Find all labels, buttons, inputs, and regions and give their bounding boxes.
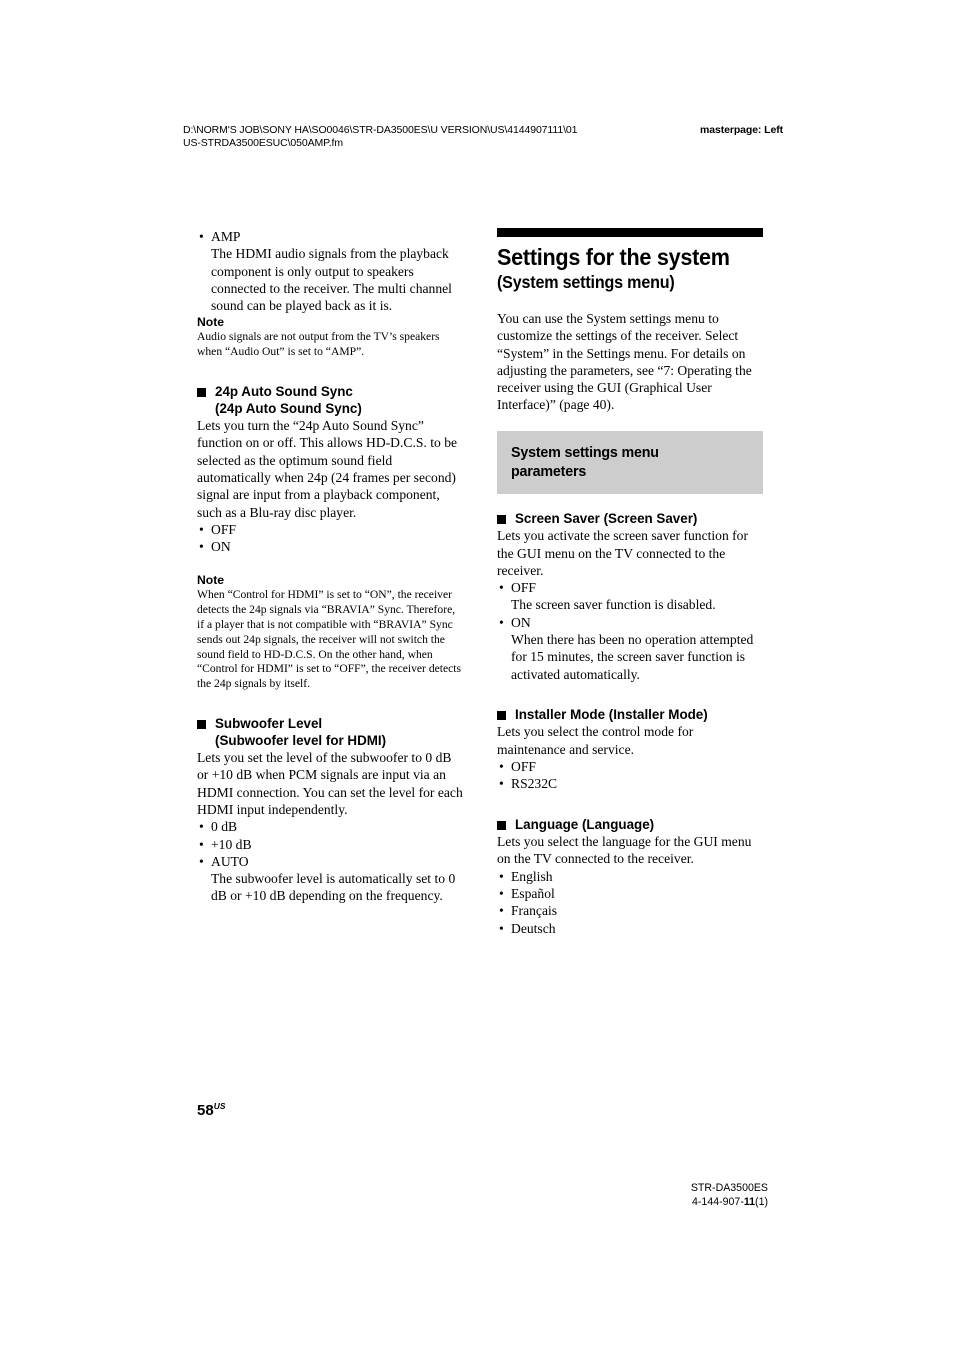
section-heading-line1: 24p Auto Sound Sync [215,384,353,400]
manual-page: D:\NORM'S JOB\SONY HA\SO0046\STR-DA3500E… [0,0,954,1350]
list-item: AUTO The subwoofer level is automaticall… [197,853,465,905]
model-name: STR-DA3500ES [690,1182,768,1194]
amp-option-description: The HDMI audio signals from the playback… [211,246,452,314]
section-banner-system-settings-parameters: System settings menu parameters [497,430,763,494]
section-body-24p: Lets you turn the “24p Auto Sound Sync” … [197,418,458,520]
option-list-language: English Español Français Deutsch [497,868,765,937]
section-heading-screen-saver: Screen Saver (Screen Saver) [497,511,765,528]
list-item: 0 dB [197,818,465,836]
note-heading: Note [197,573,225,588]
section-body-installer-mode: Lets you select the control mode for mai… [497,724,694,757]
section-heading-24p-auto-sound-sync: 24p Auto Sound Sync (24p Auto Sound Sync… [197,384,465,417]
list-item: OFF [497,758,765,776]
section-heading-line2: (24p Auto Sound Sync) [215,400,362,416]
left-column: AMP The HDMI audio signals from the play… [197,228,465,905]
part-number-prefix: 4-144-907- [692,1195,744,1208]
source-file-path: D:\NORM'S JOB\SONY HA\SO0046\STR-DA3500E… [183,124,578,149]
option-label: AUTO [211,853,249,869]
page-title: Settings for the system [497,244,730,270]
list-item: English [497,868,765,886]
option-list-screen-saver: OFF The screen saver function is disable… [497,579,765,683]
page-number-value: 58 [197,1102,214,1119]
chapter-rule [497,228,763,237]
option-list-24p: OFF ON [197,521,465,556]
note-text: When “Control for HDMI” is set to “ON”, … [197,588,462,691]
list-item: AMP The HDMI audio signals from the play… [197,228,465,314]
section-banner-line2: parameters [511,462,587,480]
section-body-screen-saver: Lets you activate the screen saver funct… [497,528,748,578]
amp-option-label: AMP [211,229,241,244]
list-item: +10 dB [197,836,465,854]
page-number: 58US [197,1098,226,1119]
list-item: ON [197,538,465,556]
list-item: RS232C [497,775,765,793]
amp-option-list: AMP The HDMI audio signals from the play… [197,228,465,314]
section-body-language: Lets you select the language for the GUI… [497,834,752,867]
page-subtitle: (System settings menu) [497,272,675,292]
right-column: Settings for the system (System settings… [497,228,765,937]
option-list-subwoofer: 0 dB +10 dB AUTO The subwoofer level is … [197,818,465,904]
intro-paragraph: You can use the System settings menu to … [497,311,752,413]
list-item: Español [497,885,765,903]
section-heading-installer-mode: Installer Mode (Installer Mode) [497,707,765,724]
masterpage-label: masterpage: Left [699,124,783,136]
running-header: D:\NORM'S JOB\SONY HA\SO0046\STR-DA3500E… [183,124,783,150]
list-item: OFF The screen saver function is disable… [497,579,765,614]
page-number-suffix: US [213,1101,226,1111]
option-label: ON [511,614,531,630]
option-list-installer-mode: OFF RS232C [497,758,765,793]
part-number-suffix: (1) [755,1195,768,1208]
section-heading-language: Language (Language) [497,817,765,834]
list-item: ON When there has been no operation atte… [497,614,765,683]
section-banner-line1: System settings menu [511,443,659,461]
section-body-subwoofer: Lets you set the level of the subwoofer … [197,750,463,817]
section-heading-subwoofer-level: Subwoofer Level (Subwoofer level for HDM… [197,716,465,749]
section-heading-line1: Screen Saver (Screen Saver) [515,510,698,526]
model-footer: STR-DA3500ES 4-144-907-11(1) [691,1182,768,1209]
part-number: 4-144-907-11(1) [691,1196,768,1210]
section-heading-line1: Subwoofer Level [215,716,323,732]
option-description: When there has been no operation attempt… [511,632,754,682]
note-heading: Note [197,315,225,330]
section-heading-line2: (Subwoofer level for HDMI) [215,732,387,748]
note-text: Audio signals are not output from the TV… [197,330,440,359]
list-item: Deutsch [497,920,765,938]
option-label: OFF [511,580,536,596]
section-heading-line1: Language (Language) [515,816,655,832]
section-heading-line1: Installer Mode (Installer Mode) [515,706,708,722]
option-description: The subwoofer level is automatically set… [211,871,456,904]
part-number-revision: 11 [743,1195,756,1208]
option-description: The screen saver function is disabled. [511,597,716,613]
list-item: Français [497,902,765,920]
list-item: OFF [197,521,465,539]
